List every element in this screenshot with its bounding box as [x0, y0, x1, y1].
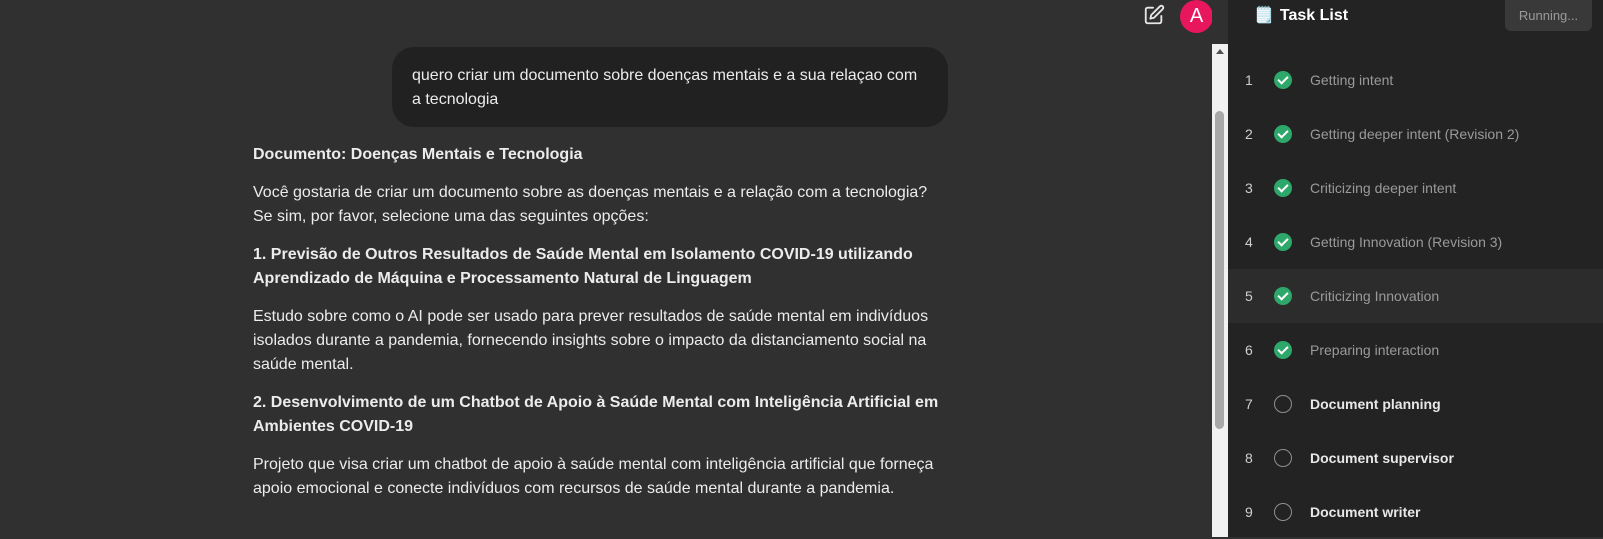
task-label: Criticizing Innovation: [1310, 288, 1440, 304]
task-item: 8 Document supervisor: [1228, 431, 1603, 485]
task-label: Document writer: [1310, 504, 1421, 520]
avatar[interactable]: A: [1180, 0, 1212, 33]
user-message: quero criar um documento sobre doenças m…: [392, 47, 948, 127]
chat-scrollbar[interactable]: [1212, 44, 1228, 537]
check-icon: [1274, 341, 1292, 359]
notepad-icon: 🗒️: [1254, 7, 1274, 24]
check-icon: [1274, 233, 1292, 251]
task-label: Preparing interaction: [1310, 342, 1440, 358]
option-description: Projeto que visa criar um chatbot de apo…: [253, 456, 934, 497]
task-item: 7 Document planning: [1228, 377, 1603, 431]
task-label: Getting Innovation (Revision 3): [1310, 234, 1503, 250]
answer-intro: Você gostaria de criar um documento sobr…: [253, 184, 928, 225]
task-number: 6: [1245, 342, 1253, 358]
task-label: Document supervisor: [1310, 450, 1454, 466]
scroll-up-arrow-icon[interactable]: [1212, 44, 1228, 58]
option-title: 2. Desenvolvimento de um Chatbot de Apoi…: [253, 394, 939, 435]
task-item: 5 Criticizing Innovation: [1228, 269, 1603, 323]
task-label: Criticizing deeper intent: [1310, 180, 1457, 196]
task-label: Getting deeper intent (Revision 2): [1310, 126, 1520, 142]
running-status-button[interactable]: Running...: [1505, 0, 1592, 31]
option-description: Estudo sobre como o AI pode ser usado pa…: [253, 308, 929, 373]
task-number: 2: [1245, 126, 1253, 142]
task-item: 1 Getting intent: [1228, 53, 1603, 107]
task-label: Getting intent: [1310, 72, 1394, 88]
panel-title-text: Task List: [1279, 7, 1349, 24]
task-label: Document planning: [1310, 396, 1441, 412]
task-number: 3: [1245, 180, 1253, 196]
task-item: 3 Criticizing deeper intent: [1228, 161, 1603, 215]
task-number: 5: [1245, 288, 1253, 304]
assistant-message: Documento: Doenças Mentais e Tecnologia …: [253, 143, 941, 515]
check-icon: [1274, 71, 1292, 89]
task-number: 7: [1245, 396, 1253, 412]
task-number: 8: [1245, 450, 1253, 466]
task-item: 6 Preparing interaction: [1228, 323, 1603, 377]
chat-area: A quero criar um documento sobre doenças…: [0, 0, 1212, 537]
pending-circle-icon: [1274, 449, 1292, 467]
check-icon: [1274, 179, 1292, 197]
task-number: 9: [1245, 504, 1253, 520]
pending-circle-icon: [1274, 395, 1292, 413]
task-number: 4: [1245, 234, 1253, 250]
option-title: 1. Previsão de Outros Resultados de Saúd…: [253, 246, 913, 287]
panel-title: 🗒️ Task List: [1254, 5, 1348, 27]
task-list-panel: 🗒️ Task List Running... 1 Getting intent …: [1228, 0, 1603, 537]
task-number: 1: [1245, 72, 1253, 88]
task-item: 2 Getting deeper intent (Revision 2): [1228, 107, 1603, 161]
answer-title: Documento: Doenças Mentais e Tecnologia: [253, 146, 583, 163]
check-icon: [1274, 125, 1292, 143]
task-item: 9 Document writer: [1228, 485, 1603, 539]
scrollbar-thumb[interactable]: [1215, 111, 1224, 429]
pending-circle-icon: [1274, 503, 1292, 521]
check-icon: [1274, 287, 1292, 305]
edit-icon[interactable]: [1143, 4, 1165, 26]
task-item: 4 Getting Innovation (Revision 3): [1228, 215, 1603, 269]
